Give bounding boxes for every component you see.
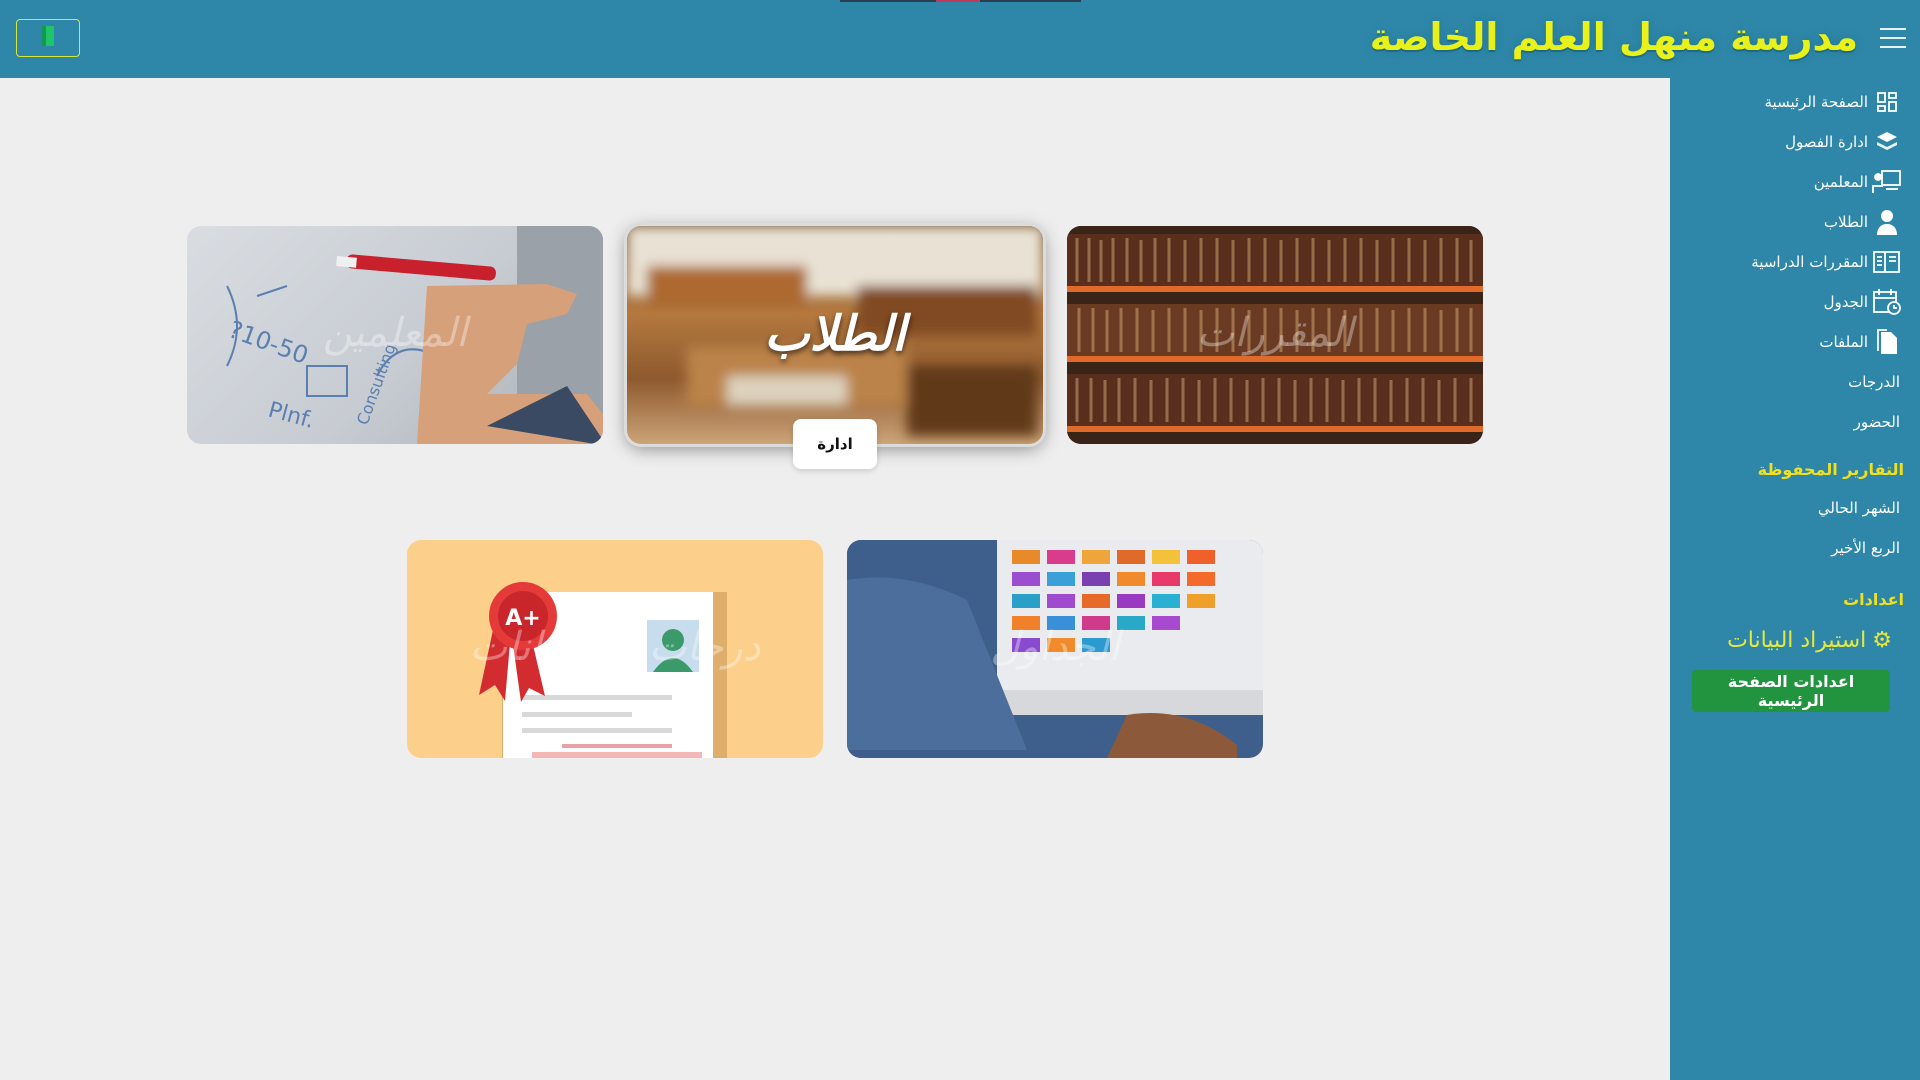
sidebar-item-label: المقررات الدراسية xyxy=(1751,253,1868,271)
import-data-link[interactable]: ⚙استيراد البيانات xyxy=(1670,618,1920,664)
home-settings-button[interactable]: اعدادات الصفحة الرئيسية xyxy=(1692,670,1890,712)
sidebar-item-label: المعلمين xyxy=(1813,173,1868,191)
report-current-month[interactable]: الشهر الحالي xyxy=(1670,488,1920,528)
sidebar-item-label: الجدول xyxy=(1823,293,1868,311)
layers-icon xyxy=(1872,127,1902,157)
sidebar-item-classes[interactable]: ادارة الفصول xyxy=(1670,122,1920,162)
sidebar-item-students[interactable]: الطلاب xyxy=(1670,202,1920,242)
calendar-clock-icon xyxy=(1872,287,1902,317)
sidebar-item-home[interactable]: الصفحة الرئيسية xyxy=(1670,82,1920,122)
exit-button[interactable] xyxy=(16,19,80,57)
sidebar-item-attendance[interactable]: الحضور xyxy=(1670,402,1920,442)
sidebar-item-label: الصفحة الرئيسية xyxy=(1764,93,1869,111)
progress-indicator xyxy=(840,0,1081,2)
sidebar-item-courses[interactable]: المقررات الدراسية xyxy=(1670,242,1920,282)
card-courses[interactable]: المقررات xyxy=(1067,226,1483,444)
card-grades-title: درجات الامتحانات xyxy=(469,624,761,670)
import-data-label: استيراد البيانات xyxy=(1727,628,1867,653)
card-schedule-title: الجداول xyxy=(990,624,1120,670)
sidebar-item-label: الدرجات xyxy=(1848,373,1900,391)
card-teachers-title: المعلمين xyxy=(322,310,468,356)
top-bar: مدرسة منهل العلم الخاصة xyxy=(0,0,1920,78)
sidebar-item-label: الملفات xyxy=(1819,333,1868,351)
card-grades[interactable]: A+ درجات الامتحانات xyxy=(407,540,823,758)
door-exit-icon xyxy=(40,25,56,51)
sidebar-item-files[interactable]: الملفات xyxy=(1670,322,1920,362)
open-book-icon xyxy=(1872,247,1902,277)
sidebar-item-label: ادارة الفصول xyxy=(1785,133,1868,151)
sidebar: الصفحة الرئيسية ادارة الفصول المعلمين ال… xyxy=(1670,78,1920,1080)
teacher-board-icon xyxy=(1872,167,1902,197)
student-user-icon xyxy=(1872,207,1902,237)
gear-icon: ⚙ xyxy=(1872,628,1892,653)
card-courses-title: المقررات xyxy=(1196,310,1354,356)
sidebar-item-label: الحضور xyxy=(1853,413,1900,431)
sidebar-item-schedule[interactable]: الجدول xyxy=(1670,282,1920,322)
school-title: مدرسة منهل العلم الخاصة xyxy=(1369,15,1858,59)
settings-heading: اعدادات xyxy=(1843,590,1904,609)
sidebar-item-teachers[interactable]: المعلمين xyxy=(1670,162,1920,202)
card-students-title: الطلاب xyxy=(764,306,906,362)
sidebar-item-grades[interactable]: الدرجات xyxy=(1670,362,1920,402)
dashboard-grid-icon xyxy=(1872,87,1902,117)
students-manage-button[interactable]: ادارة xyxy=(793,419,877,469)
report-last-quarter[interactable]: الربع الأخير xyxy=(1670,528,1920,568)
hamburger-icon[interactable] xyxy=(1880,28,1906,50)
card-teachers[interactable]: ?10-50 Plnf. Consulting المعلمين xyxy=(187,226,603,444)
svg-text:Plnf.: Plnf. xyxy=(265,398,316,434)
saved-reports-heading: التقارير المحفوظة xyxy=(1757,460,1904,479)
card-students[interactable]: الطلاب xyxy=(627,226,1043,444)
files-icon xyxy=(1872,327,1902,357)
card-schedule[interactable]: الجداول xyxy=(847,540,1263,758)
sidebar-item-label: الطلاب xyxy=(1823,213,1868,231)
